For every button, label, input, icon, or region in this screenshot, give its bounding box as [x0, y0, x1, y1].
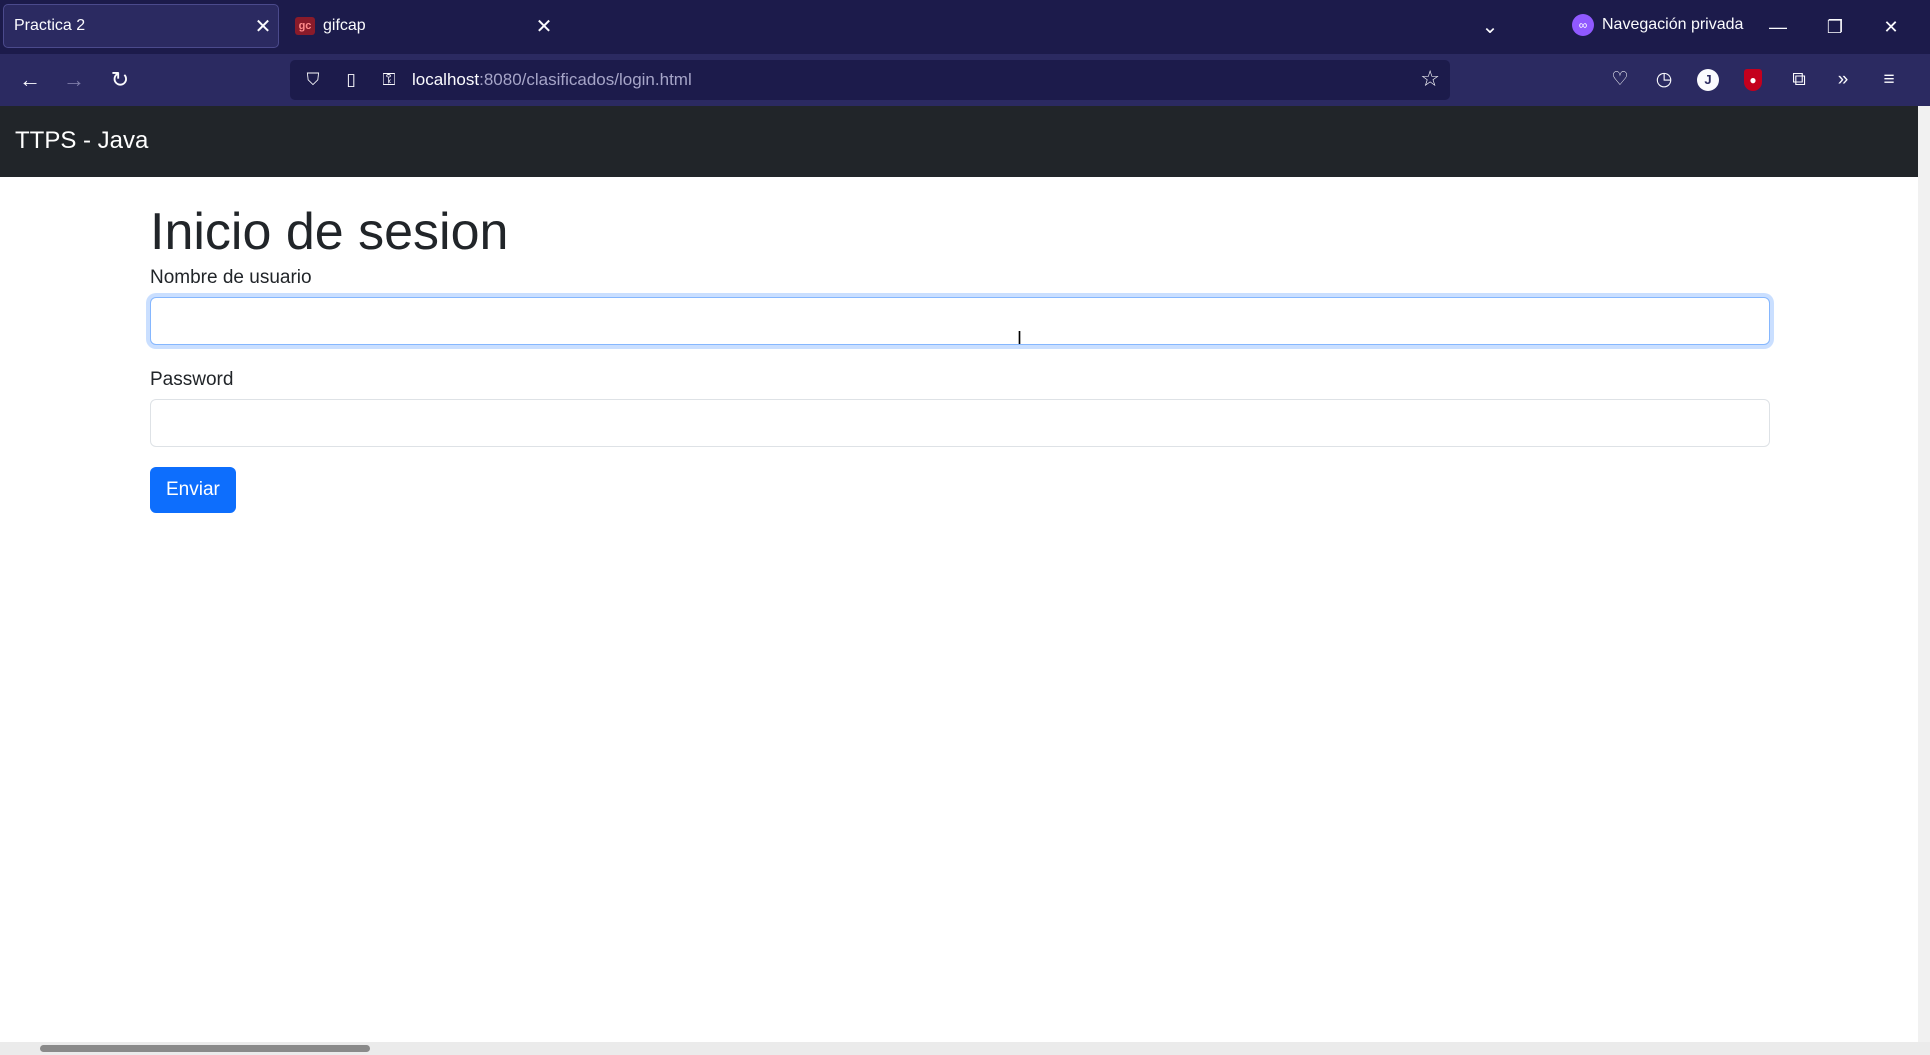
pocket-icon[interactable]: ♡ [1604, 64, 1636, 96]
address-bar[interactable]: ⛉ ▯ ⚿ localhost:8080/clasificados/login.… [290, 60, 1450, 100]
extensions-puzzle-icon[interactable]: ⧉ [1783, 64, 1815, 96]
login-form: Inicio de sesion Nombre de usuario Passw… [150, 201, 1770, 513]
page-viewport: TTPS - Java Inicio de sesion Nombre de u… [0, 106, 1918, 1042]
hamburger-menu-icon[interactable]: ≡ [1873, 64, 1905, 96]
app-navbar: TTPS - Java [0, 106, 1918, 177]
back-arrow-icon[interactable]: ← [14, 64, 46, 96]
password-input[interactable] [150, 399, 1770, 447]
close-tab-icon[interactable]: ✕ [248, 14, 278, 39]
history-clock-icon[interactable]: ◷ [1648, 64, 1680, 96]
text-cursor-icon: I [1017, 328, 1023, 348]
page-title: Inicio de sesion [150, 203, 509, 261]
submit-button[interactable]: Enviar [150, 467, 236, 513]
tab-gifcap[interactable]: gc gifcap ✕ [283, 4, 559, 48]
gifcap-favicon-icon: gc [295, 17, 315, 35]
app-brand[interactable]: TTPS - Java [15, 127, 148, 155]
tab-title: Practica 2 [14, 17, 86, 34]
ublock-shield-icon[interactable]: ● [1737, 64, 1769, 96]
browser-toolbar: ← → ↻ ⛉ ▯ ⚿ localhost:8080/clasificados/… [0, 54, 1930, 106]
browser-tab-strip: Practica 2 ✕ gc gifcap ✕ ⌄ ∞ Navegación … [0, 0, 1930, 54]
tab-title: gifcap [323, 17, 366, 34]
bookmark-star-icon[interactable]: ☆ [1420, 66, 1440, 92]
tab-practica-2[interactable]: Practica 2 ✕ [3, 4, 279, 48]
page-info-document-icon[interactable]: ▯ [336, 70, 366, 90]
close-window-icon[interactable]: ✕ [1868, 8, 1914, 46]
horizontal-scrollbar[interactable] [0, 1042, 1930, 1055]
tracking-protection-shield-icon[interactable]: ⛉ [298, 70, 328, 90]
restore-window-icon[interactable]: ❐ [1812, 8, 1858, 46]
minimize-window-icon[interactable]: — [1755, 8, 1801, 46]
close-tab-icon[interactable]: ✕ [529, 14, 559, 39]
overflow-menu-chevrons-icon[interactable]: » [1827, 64, 1859, 96]
list-all-tabs-chevron-down-icon[interactable]: ⌄ [1475, 12, 1505, 42]
private-browsing-indicator: ∞ Navegación privada [1572, 14, 1743, 36]
private-browsing-label: Navegación privada [1602, 16, 1744, 33]
password-label: Password [150, 369, 234, 390]
scrollbar-thumb[interactable] [40, 1045, 370, 1052]
account-avatar-icon[interactable]: J [1692, 64, 1724, 96]
username-input[interactable] [150, 297, 1770, 345]
url-host: localhost [412, 70, 480, 89]
forward-arrow-icon[interactable]: → [58, 64, 90, 96]
reload-icon[interactable]: ↻ [104, 64, 136, 96]
saved-login-key-icon[interactable]: ⚿ [374, 70, 404, 90]
private-mask-icon: ∞ [1572, 14, 1594, 36]
url-path: :8080/clasificados/login.html [479, 70, 692, 89]
vertical-scrollbar[interactable] [1918, 106, 1930, 1042]
username-label: Nombre de usuario [150, 267, 312, 288]
